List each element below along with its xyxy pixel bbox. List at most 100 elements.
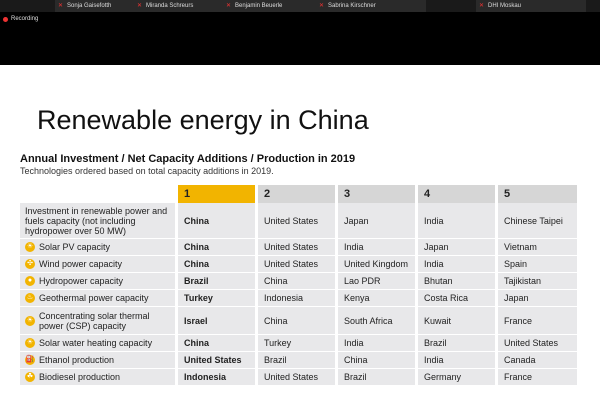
country-cell: India [338, 239, 418, 256]
country-cell: Canada [498, 352, 580, 369]
table-row: ♨ Geothermal power capacity Turkey Indonesi… [20, 290, 580, 307]
table-heading: Annual Investment / Net Capacity Additio… [20, 153, 356, 165]
mic-muted-icon: ✕ [319, 3, 325, 9]
country-cell: China [178, 203, 258, 239]
recording-bar [0, 12, 600, 65]
country-cell: Brazil [178, 273, 258, 290]
country-cell: India [418, 256, 498, 273]
country-cell: Israel [178, 307, 258, 335]
participant-tile[interactable]: ✕ DHI Moskau [476, 0, 586, 12]
country-cell: China [338, 352, 418, 369]
country-cell: Costa Rica [418, 290, 498, 307]
country-cell: France [498, 307, 580, 335]
country-cell: India [338, 335, 418, 352]
mic-muted-icon: ✕ [226, 3, 232, 9]
participant-name: Sabrina Kirschner [328, 3, 376, 9]
country-cell: Kuwait [418, 307, 498, 335]
country-cell: United States [258, 203, 338, 239]
participant-strip: ✕ Sonja Gaisefotth ✕ Miranda Schreurs ✕ Ben… [0, 0, 600, 12]
biodiesel-icon: ☘ [25, 372, 35, 382]
sun-icon: ☀ [25, 242, 35, 252]
country-cell: South Africa [338, 307, 418, 335]
recording-dot-icon [3, 16, 8, 22]
country-cell: Indonesia [258, 290, 338, 307]
country-cell: Tajikistan [498, 273, 580, 290]
country-cell: China [258, 273, 338, 290]
shared-slide: Renewable energy in China Annual Investm… [0, 65, 600, 400]
country-cell: Japan [498, 290, 580, 307]
rank-header: 2 [258, 185, 338, 203]
technology-label: Solar PV capacity [39, 242, 111, 252]
technology-label: Solar water heating capacity [39, 338, 153, 348]
country-cell: Japan [338, 203, 418, 239]
geothermal-icon: ♨ [25, 293, 35, 303]
country-cell: United States [258, 369, 338, 386]
country-cell: China [258, 307, 338, 335]
country-cell: Vietnam [498, 239, 580, 256]
participant-name: Sonja Gaisefotth [67, 3, 112, 9]
country-cell: Spain [498, 256, 580, 273]
country-cell: United States [258, 239, 338, 256]
country-cell: Kenya [338, 290, 418, 307]
slide-title: Renewable energy in China [37, 105, 369, 135]
ethanol-icon: ⛽ [25, 355, 35, 365]
recording-indicator: Recording [3, 16, 38, 22]
technology-cell: ☀ Concentrating solar thermal power (CSP)… [20, 307, 178, 335]
country-cell: Japan [418, 239, 498, 256]
participant-name: Benjamin Beuerle [235, 3, 283, 9]
country-cell: India [418, 203, 498, 239]
country-cell: Turkey [178, 290, 258, 307]
country-cell: France [498, 369, 580, 386]
country-cell: Brazil [418, 335, 498, 352]
technology-cell: ⛽ Ethanol production [20, 352, 178, 369]
country-cell: India [418, 352, 498, 369]
technology-label: Hydropower capacity [39, 276, 124, 286]
rank-header: 1 [178, 185, 258, 203]
country-cell: Bhutan [418, 273, 498, 290]
table-row: ✣ Wind power capacity China United States Un… [20, 256, 580, 273]
country-cell: Lao PDR [338, 273, 418, 290]
participant-name: DHI Moskau [488, 3, 522, 9]
technology-label: Biodiesel production [39, 372, 121, 382]
table-row: ☀ Solar water heating capacity China Turkey… [20, 335, 580, 352]
mic-muted-icon: ✕ [479, 3, 485, 9]
technology-label: Geothermal power capacity [39, 293, 149, 303]
country-cell: Brazil [338, 369, 418, 386]
table-row: ⛽ Ethanol production United States Brazil Ch… [20, 352, 580, 369]
technology-cell: ● Hydropower capacity [20, 273, 178, 290]
country-cell: China [178, 239, 258, 256]
rank-header: 4 [418, 185, 498, 203]
country-cell: Germany [418, 369, 498, 386]
participant-name: Miranda Schreurs [146, 3, 194, 9]
country-cell: United States [178, 352, 258, 369]
table-header-row: 1 2 3 4 5 [20, 185, 580, 203]
ranking-table: 1 2 3 4 5 Investment in renewable power … [20, 185, 580, 386]
technology-label: Wind power capacity [39, 259, 123, 269]
country-cell: Indonesia [178, 369, 258, 386]
technology-cell: Investment in renewable power and fuels … [20, 203, 178, 239]
technology-cell: ☘ Biodiesel production [20, 369, 178, 386]
csp-icon: ☀ [25, 315, 35, 326]
technology-cell: ♨ Geothermal power capacity [20, 290, 178, 307]
mic-muted-icon: ✕ [137, 3, 143, 9]
participant-tile[interactable]: ✕ Sabrina Kirschner [316, 0, 426, 12]
table-row: Investment in renewable power and fuels … [20, 203, 580, 239]
table-row: ● Hydropower capacity Brazil China Lao PDR Bh… [20, 273, 580, 290]
country-cell: United Kingdom [338, 256, 418, 273]
country-cell: United States [258, 256, 338, 273]
country-cell: China [178, 256, 258, 273]
technology-cell: ✣ Wind power capacity [20, 256, 178, 273]
water-drop-icon: ● [25, 276, 35, 286]
table-subheading: Technologies ordered based on total capa… [20, 166, 274, 176]
technology-cell: ☀ Solar PV capacity [20, 239, 178, 256]
wind-icon: ✣ [25, 259, 35, 269]
technology-cell: ☀ Solar water heating capacity [20, 335, 178, 352]
table-row: ☀ Concentrating solar thermal power (CSP)… [20, 307, 580, 335]
table-row: ☘ Biodiesel production Indonesia United Sta… [20, 369, 580, 386]
country-cell: United States [498, 335, 580, 352]
country-cell: China [178, 335, 258, 352]
table-row: ☀ Solar PV capacity China United States Indi… [20, 239, 580, 256]
recording-label: Recording [11, 16, 39, 22]
technology-label: Concentrating solar thermal power (CSP) … [39, 310, 150, 331]
country-cell: Chinese Taipei [498, 203, 580, 239]
